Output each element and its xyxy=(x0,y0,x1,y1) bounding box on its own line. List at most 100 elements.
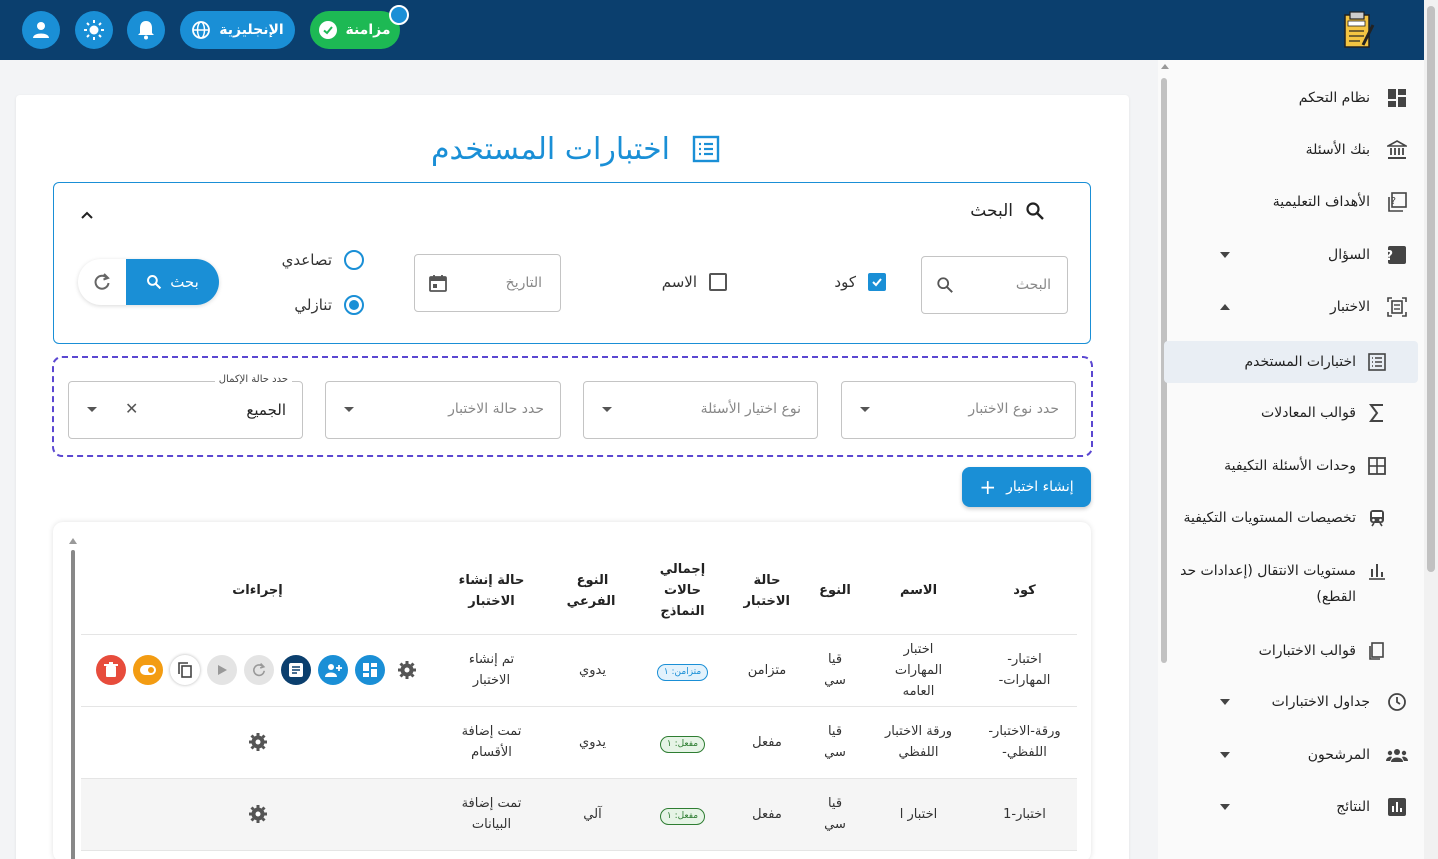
column-header-status[interactable]: حالة الاختبار xyxy=(729,548,805,635)
assign-users-button[interactable] xyxy=(318,655,348,685)
search-button[interactable]: بحث xyxy=(126,259,219,305)
column-header-code[interactable]: كود xyxy=(972,548,1077,635)
completion-status-select[interactable]: حدد حالة الإكمال الجميع ✕ xyxy=(68,374,303,439)
sidebar-item-exam-templates[interactable]: قوالب الاختبارات xyxy=(1174,637,1424,665)
status-badge: مفعل: ١ xyxy=(659,807,706,825)
column-header-total-forms[interactable]: إجمالي حالات النماذج xyxy=(636,548,729,635)
language-label: الإنجليزية xyxy=(219,22,284,38)
create-exam-button[interactable]: إنشاء اختبار + xyxy=(962,467,1091,507)
language-button[interactable]: الإنجليزية xyxy=(180,11,295,49)
theme-toggle-button[interactable] xyxy=(75,11,113,49)
search-input[interactable]: البحث xyxy=(921,256,1068,314)
clear-icon[interactable]: ✕ xyxy=(125,399,138,418)
people-icon xyxy=(1386,744,1408,766)
sections-button[interactable] xyxy=(355,655,385,685)
sidebar-item-exam-schedules[interactable]: جداول الاختبارات xyxy=(1174,688,1424,716)
svg-text:?: ? xyxy=(1388,249,1393,264)
cell-status: متزامن xyxy=(729,634,805,707)
column-header-type[interactable]: النوع xyxy=(805,548,865,635)
sidebar-item-dashboard[interactable]: نظام التحكم xyxy=(1174,84,1424,112)
gear-icon xyxy=(398,661,416,679)
list-icon xyxy=(692,135,720,163)
settings-button[interactable] xyxy=(243,727,273,757)
sidebar-item-label: تخصيصات المستويات التكيفية xyxy=(1183,510,1356,526)
column-header-subtype[interactable]: النوع الفرعي xyxy=(549,548,636,635)
reset-button[interactable] xyxy=(78,259,126,305)
dropdown-arrow-icon xyxy=(860,407,870,412)
sidebar-item-question[interactable]: ? السؤال xyxy=(1174,241,1424,269)
column-header-name[interactable]: الاسم xyxy=(865,548,972,635)
sidebar: نظام التحكم بنك الأسئلة ? الأهداف التعلي… xyxy=(1158,60,1424,859)
notifications-button[interactable] xyxy=(127,11,165,49)
quiz-icon: ? xyxy=(1386,191,1408,213)
date-field[interactable]: التاريخ xyxy=(414,254,561,312)
ascending-radio[interactable]: تصاعدي xyxy=(282,250,364,270)
column-header-subtype-text: النوع الفرعي xyxy=(566,572,616,609)
exams-table: كود الاسم النوع حالة الاختبار إجمالي حال… xyxy=(81,548,1077,851)
cell-type-text: قيا سي xyxy=(824,652,846,688)
exam-logo-icon[interactable] xyxy=(1342,11,1378,49)
cell-type: قيا سي xyxy=(805,778,865,851)
table-row[interactable]: ورقة-الاختبار-اللفظي- ورقة الاختبار اللف… xyxy=(81,706,1077,779)
date-placeholder: التاريخ xyxy=(505,275,542,291)
settings-button[interactable] xyxy=(392,655,422,685)
column-header-creation-status[interactable]: حالة إنشاء الاختبار xyxy=(434,548,549,635)
cell-actions xyxy=(81,706,434,779)
delete-button[interactable] xyxy=(96,655,126,685)
sidebar-item-exam[interactable]: الاختبار xyxy=(1174,293,1424,321)
sync-indicator-dot xyxy=(389,5,409,25)
sigma-icon xyxy=(1366,402,1388,424)
sidebar-scrollbar[interactable] xyxy=(1158,64,1172,859)
article-icon xyxy=(289,663,303,677)
checkbox-checked-icon xyxy=(868,273,886,291)
chevron-up-icon[interactable] xyxy=(80,205,94,224)
search-input-placeholder: البحث xyxy=(1015,277,1051,293)
sidebar-item-adaptive-units[interactable]: وحدات الأسئلة التكيفية xyxy=(1174,452,1424,480)
sidebar-item-question-bank[interactable]: بنك الأسئلة xyxy=(1174,136,1424,164)
sidebar-item-results[interactable]: النتائج xyxy=(1174,793,1424,821)
sidebar-item-label: وحدات الأسئلة التكيفية xyxy=(1224,458,1356,474)
code-checkbox-label: كود xyxy=(834,273,856,291)
template-icon xyxy=(1366,640,1388,662)
start-exam-button[interactable] xyxy=(207,655,237,685)
table-scrollbar[interactable] xyxy=(69,538,77,859)
sidebar-item-label: نظام التحكم xyxy=(1298,90,1370,106)
sidebar-item-label: الأهداف التعليمية xyxy=(1272,194,1370,210)
sidebar-item-user-exams[interactable]: اختبارات المستخدم xyxy=(1164,341,1418,383)
user-profile-button[interactable] xyxy=(22,11,60,49)
sync-button[interactable]: مزامنة xyxy=(310,11,400,49)
cell-type-text: قيا سي xyxy=(824,724,846,760)
sidebar-item-adaptive-levels[interactable]: تخصيصات المستويات التكيفية xyxy=(1174,504,1424,532)
page-scrollbar[interactable] xyxy=(1424,0,1438,859)
sidebar-item-candidates[interactable]: المرشحون xyxy=(1174,741,1424,769)
chevron-down-icon xyxy=(1220,752,1230,758)
descending-radio[interactable]: تنازلي xyxy=(294,295,364,315)
search-panel-header[interactable]: البحث xyxy=(970,201,1045,221)
reset-exam-button[interactable] xyxy=(244,655,274,685)
exam-status-select[interactable]: حدد حالة الاختبار xyxy=(325,381,561,439)
dropdown-arrow-icon xyxy=(87,407,97,412)
view-details-button[interactable] xyxy=(281,655,311,685)
cell-code-text: ورقة-الاختبار-اللفظي- xyxy=(988,724,1061,760)
radio-selected-icon xyxy=(344,295,364,315)
question-selection-type-select[interactable]: نوع اختيار الأسئلة xyxy=(583,381,818,439)
sidebar-item-label: اختبارات المستخدم xyxy=(1244,354,1356,370)
exam-type-select[interactable]: حدد نوع الاختبار xyxy=(841,381,1076,439)
sidebar-item-learning-objectives[interactable]: ? الأهداف التعليمية xyxy=(1174,188,1424,216)
settings-button[interactable] xyxy=(243,799,273,829)
sidebar-item-label: مستويات الانتقال (إعدادات حد القطع) xyxy=(1180,563,1356,605)
table-row[interactable]: اختبار-المهارات- اختبار المهارات العامه … xyxy=(81,634,1077,707)
code-checkbox[interactable]: كود xyxy=(834,273,886,291)
calendar-icon[interactable] xyxy=(429,274,447,292)
cell-total-forms: مفعل: ١ xyxy=(636,706,729,779)
name-checkbox[interactable]: الاسم xyxy=(662,273,727,291)
toggle-status-button[interactable] xyxy=(133,655,163,685)
sidebar-item-equation-templates[interactable]: قوالب المعادلات xyxy=(1174,399,1424,427)
sidebar-item-transition-levels[interactable]: مستويات الانتقال (إعدادات حد القطع) xyxy=(1174,556,1424,612)
row-actions xyxy=(81,655,434,685)
cell-subtype: يدوي xyxy=(549,634,636,707)
copy-button[interactable] xyxy=(170,655,200,685)
completion-status-label: حدد حالة الإكمال xyxy=(214,374,292,385)
cell-name: ورقة الاختبار اللفظي xyxy=(865,706,972,779)
table-row[interactable]: اختبار-1 اختبار ا قيا سي مفعل مفعل: ١ آل… xyxy=(81,778,1077,851)
